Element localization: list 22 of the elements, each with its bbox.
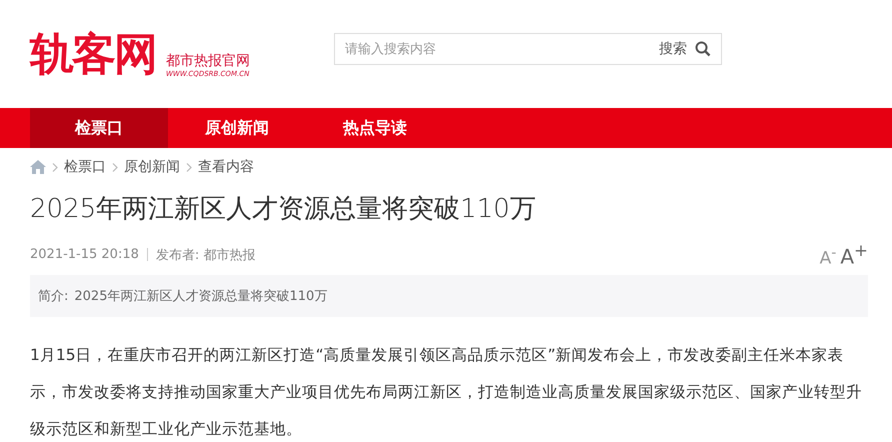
logo-tagline: 都市热报官网 bbox=[166, 54, 250, 68]
summary-label: 简介: bbox=[38, 288, 68, 305]
breadcrumb-link[interactable]: 原创新闻 bbox=[124, 158, 180, 176]
nav-tab[interactable]: 热点导读 bbox=[306, 108, 444, 148]
summary-text: 2025年两江新区人才资源总量将突破110万 bbox=[74, 288, 328, 305]
breadcrumb-link[interactable]: 查看内容 bbox=[198, 158, 254, 176]
font-increase-button[interactable]: A$^{+}$ bbox=[840, 241, 868, 269]
publish-date: 2021-1-15 20:18 bbox=[30, 247, 139, 262]
nav-tab[interactable]: 原创新闻 bbox=[168, 108, 306, 148]
search-button[interactable]: 搜索 bbox=[659, 40, 721, 58]
chevron-right-icon bbox=[186, 162, 192, 172]
article-paragraph: 1月15日，在重庆市召开的两江新区打造“高质量发展引领区高品质示范区”新闻发布会上，市发改委副主任米本家表示，市发改委将支持推动国家重大产业项目优先布局两江新区，打造制造业高质量发展国家级示范区、国家产业转型升级示范区和新型工业化产业示范基地。 bbox=[30, 344, 863, 440]
publisher-name: 都市热报 bbox=[203, 246, 256, 264]
search-icon[interactable] bbox=[695, 41, 711, 57]
logo[interactable]: 轨客网 bbox=[30, 26, 160, 82]
nav-tab[interactable]: 检票口 bbox=[30, 108, 168, 148]
article-title: 2025年两江新区人才资源总量将突破110万 bbox=[30, 193, 537, 226]
breadcrumb-link[interactable]: 检票口 bbox=[64, 158, 106, 176]
publisher-label: 发布者: bbox=[156, 246, 200, 264]
chevron-right-icon bbox=[112, 162, 118, 172]
chevron-right-icon bbox=[52, 162, 58, 172]
search-field[interactable]: 请输入搜索内容 搜索 bbox=[334, 33, 722, 65]
